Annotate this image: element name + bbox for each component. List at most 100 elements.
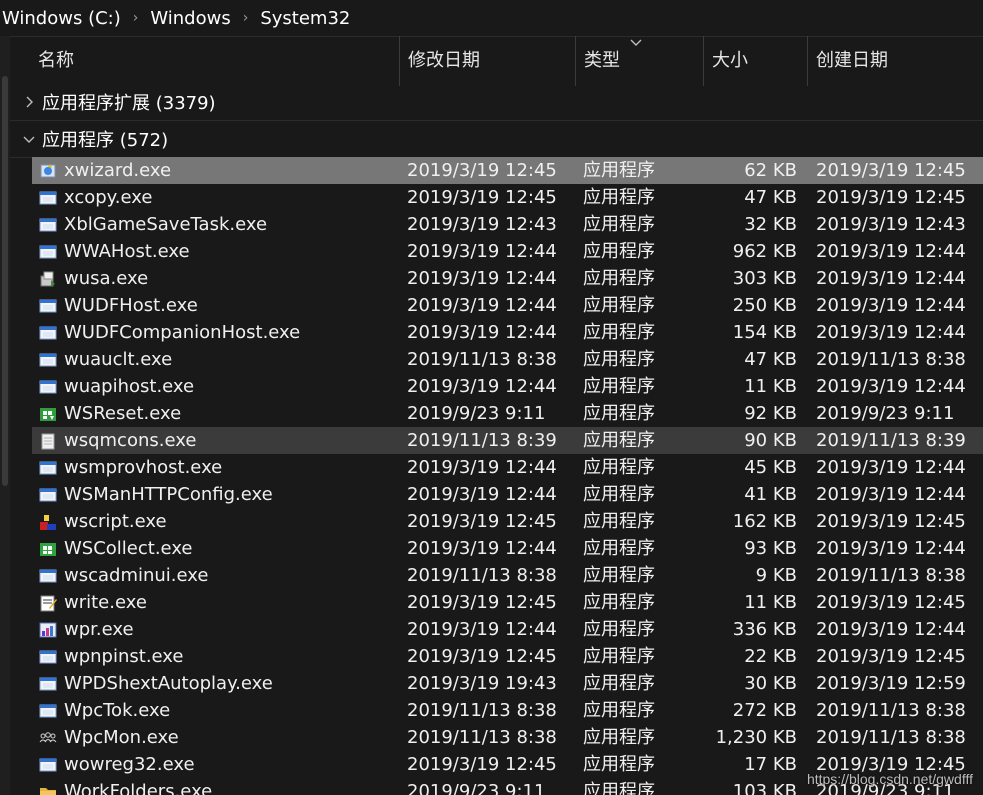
chevron-right-icon[interactable]: ›	[133, 10, 139, 26]
chevron-right-icon[interactable]: ›	[243, 10, 249, 26]
file-name: xcopy.exe	[64, 187, 153, 208]
file-size: 303 KB	[732, 268, 797, 289]
file-type: 应用程序	[583, 619, 655, 640]
file-type: 应用程序	[583, 214, 655, 235]
file-type: 应用程序	[583, 646, 655, 667]
file-type: 应用程序	[583, 268, 655, 289]
file-size: 30 KB	[744, 673, 797, 694]
file-row[interactable]: WUDFCompanionHost.exe 2019/3/19 12:44 应用程序…	[32, 319, 983, 346]
chevron-down-icon[interactable]	[22, 132, 36, 146]
file-row[interactable]: wuauclt.exe 2019/11/13 8:38 应用程序 47 KB 2019/…	[32, 346, 983, 373]
file-modified-date: 2019/3/19 19:43	[407, 673, 557, 694]
chevron-right-icon[interactable]	[22, 95, 36, 109]
app-window-icon	[39, 461, 57, 475]
column-header-size[interactable]: 大小	[703, 36, 808, 86]
file-name: wscadminui.exe	[64, 565, 209, 586]
file-size: 93 KB	[744, 538, 797, 559]
file-row[interactable]: xcopy.exe 2019/3/19 12:45 应用程序 47 KB 2019/3/…	[32, 184, 983, 211]
file-size: 162 KB	[732, 511, 797, 532]
file-row[interactable]: WPDShextAutoplay.exe 2019/3/19 19:43 应用程序 3…	[32, 670, 983, 697]
file-row[interactable]: XblGameSaveTask.exe 2019/3/19 12:43 应用程序 32…	[32, 211, 983, 238]
file-name: XblGameSaveTask.exe	[64, 214, 268, 235]
file-row[interactable]: wsmprovhost.exe 2019/3/19 12:44 应用程序 45 KB 2…	[32, 454, 983, 481]
file-created-date: 2019/3/19 12:44	[816, 538, 966, 559]
file-size: 11 KB	[744, 592, 797, 613]
group-label: 应用程序扩展 (3379)	[42, 93, 216, 114]
file-name: wuauclt.exe	[64, 349, 173, 370]
app-window-icon	[39, 380, 57, 394]
breadcrumb-item-system32[interactable]: System32	[260, 8, 350, 29]
column-header-created[interactable]: 创建日期	[807, 36, 983, 86]
folder-icon	[40, 788, 56, 795]
file-size: 22 KB	[744, 646, 797, 667]
file-type: 应用程序	[583, 349, 655, 370]
file-type: 应用程序	[583, 511, 655, 532]
file-size: 154 KB	[732, 322, 797, 343]
file-row[interactable]: wscadminui.exe 2019/11/13 8:38 应用程序 9 KB 201…	[32, 562, 983, 589]
file-size: 92 KB	[744, 403, 797, 424]
file-name: WSCollect.exe	[64, 538, 193, 559]
file-modified-date: 2019/11/13 8:38	[407, 349, 557, 370]
file-created-date: 2019/11/13 8:38	[816, 700, 966, 721]
file-row[interactable]: write.exe 2019/3/19 12:45 应用程序 11 KB 2019/3/…	[32, 589, 983, 616]
file-modified-date: 2019/9/23 9:11	[407, 403, 546, 424]
file-row[interactable]: WWAHost.exe 2019/3/19 12:44 应用程序 962 KB 2019…	[32, 238, 983, 265]
group-header-applications[interactable]: 应用程序 (572)	[10, 121, 983, 158]
file-row[interactable]: wpnpinst.exe 2019/3/19 12:45 应用程序 22 KB 2019…	[32, 643, 983, 670]
script-icon	[40, 515, 56, 530]
file-modified-date: 2019/3/19 12:44	[407, 538, 557, 559]
file-type: 应用程序	[583, 538, 655, 559]
group-header-app-extensions[interactable]: 应用程序扩展 (3379)	[10, 84, 983, 121]
file-size: 62 KB	[744, 160, 797, 181]
file-modified-date: 2019/3/19 12:45	[407, 646, 557, 667]
file-name: xwizard.exe	[64, 160, 172, 181]
family-icon	[39, 732, 57, 743]
file-row[interactable]: WSManHTTPConfig.exe 2019/3/19 12:44 应用程序 41…	[32, 481, 983, 508]
file-row[interactable]: WSCollect.exe 2019/3/19 12:44 应用程序 93 KB 201…	[32, 535, 983, 562]
file-modified-date: 2019/11/13 8:38	[407, 565, 557, 586]
file-modified-date: 2019/3/19 12:45	[407, 160, 557, 181]
file-type: 应用程序	[583, 727, 655, 748]
file-modified-date: 2019/3/19 12:44	[407, 619, 557, 640]
file-row[interactable]: wsqmcons.exe 2019/11/13 8:39 应用程序 90 KB 2019…	[32, 427, 983, 454]
file-row[interactable]: wpr.exe 2019/3/19 12:44 应用程序 336 KB 2019/3/1…	[32, 616, 983, 643]
file-created-date: 2019/3/19 12:45	[816, 646, 966, 667]
file-row[interactable]: WUDFHost.exe 2019/3/19 12:44 应用程序 250 KB 201…	[32, 292, 983, 319]
file-size: 45 KB	[744, 457, 797, 478]
file-size: 962 KB	[732, 241, 797, 262]
breadcrumb-item-windows[interactable]: Windows	[150, 8, 230, 29]
sort-chevron-down-icon	[630, 39, 642, 46]
breadcrumb-item-drive[interactable]: Windows (C:)	[2, 8, 121, 29]
file-row[interactable]: WpcMon.exe 2019/11/13 8:38 应用程序 1,230 KB 201…	[32, 724, 983, 751]
file-type: 应用程序	[583, 781, 655, 795]
column-header-name[interactable]: 名称	[30, 36, 400, 86]
vertical-scrollbar[interactable]	[0, 36, 10, 795]
file-name: wuapihost.exe	[64, 376, 195, 397]
file-name: wowreg32.exe	[64, 754, 195, 775]
file-modified-date: 2019/3/19 12:44	[407, 484, 557, 505]
installer-icon	[40, 271, 55, 287]
file-name: wsqmcons.exe	[64, 430, 197, 451]
file-type: 应用程序	[583, 160, 655, 181]
file-row[interactable]: xwizard.exe 2019/3/19 12:45 应用程序 62 KB 2019/…	[32, 157, 983, 184]
app-window-icon	[39, 569, 57, 583]
file-type: 应用程序	[583, 403, 655, 424]
file-name: wsmprovhost.exe	[64, 457, 223, 478]
file-row[interactable]: WSReset.exe 2019/9/23 9:11 应用程序 92 KB 2019/9…	[32, 400, 983, 427]
file-row[interactable]: wuapihost.exe 2019/3/19 12:44 应用程序 11 KB 201…	[32, 373, 983, 400]
store-reset-icon	[40, 408, 56, 421]
file-created-date: 2019/3/19 12:59	[816, 673, 966, 694]
file-created-date: 2019/9/23 9:11	[816, 403, 955, 424]
file-name: WUDFCompanionHost.exe	[64, 322, 301, 343]
file-size: 47 KB	[744, 187, 797, 208]
scrollbar-thumb[interactable]	[2, 76, 8, 486]
file-type: 应用程序	[583, 322, 655, 343]
file-created-date: 2019/3/19 12:44	[816, 619, 966, 640]
file-row[interactable]: WpcTok.exe 2019/11/13 8:38 应用程序 272 KB 2019/…	[32, 697, 983, 724]
file-row[interactable]: wscript.exe 2019/3/19 12:45 应用程序 162 KB 2019…	[32, 508, 983, 535]
column-header-modified[interactable]: 修改日期	[399, 36, 576, 86]
file-name: WSManHTTPConfig.exe	[64, 484, 273, 505]
file-row[interactable]: wusa.exe 2019/3/19 12:44 应用程序 303 KB 2019/3/…	[32, 265, 983, 292]
file-modified-date: 2019/3/19 12:44	[407, 376, 557, 397]
app-window-icon	[39, 488, 57, 502]
